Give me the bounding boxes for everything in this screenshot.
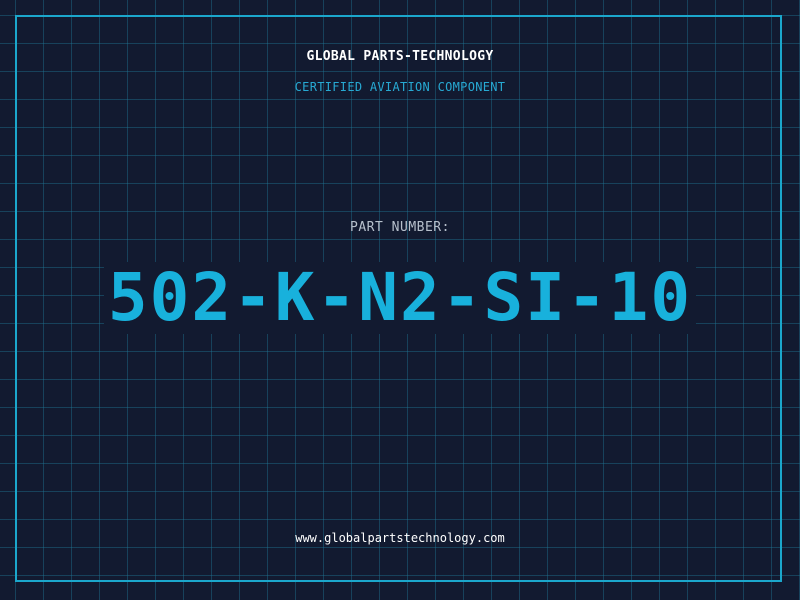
label-card: GLOBAL PARTS-TECHNOLOGY CERTIFIED AVIATI… xyxy=(0,0,800,600)
part-number-label: PART NUMBER: xyxy=(350,220,450,235)
company-name: GLOBAL PARTS-TECHNOLOGY xyxy=(306,49,494,64)
certification-tagline: CERTIFIED AVIATION COMPONENT xyxy=(294,80,506,94)
part-number-container: 502-K-N2-SI-10 xyxy=(0,262,800,334)
website-url: www.globalpartstechnology.com xyxy=(295,531,505,545)
part-number-value: 502-K-N2-SI-10 xyxy=(103,262,697,334)
